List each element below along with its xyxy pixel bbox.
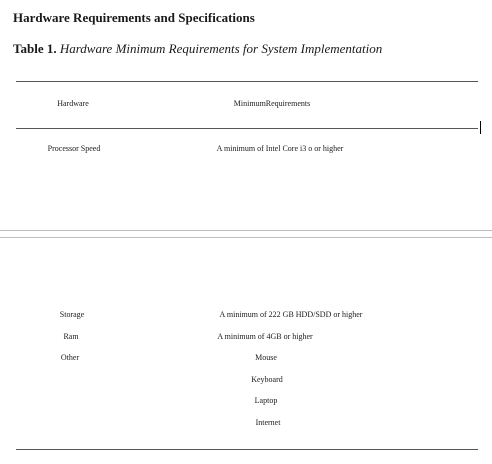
row-requirement-laptop: Laptop	[254, 396, 278, 405]
header-bottom-rule	[16, 128, 478, 129]
row-requirement-processor: A minimum of Intel Core i3 o or higher	[216, 144, 344, 153]
text-cursor	[480, 121, 481, 134]
table-top-rule	[16, 81, 478, 82]
header-hardware: Hardware	[57, 99, 89, 108]
page-break-rule-top	[0, 230, 492, 231]
row-requirement-mouse: Mouse	[255, 353, 277, 362]
table-caption-title: Hardware Minimum Requirements for System…	[59, 41, 383, 56]
table-caption: Table 1. Hardware Minimum Requirements f…	[13, 41, 382, 57]
header-minimum-requirements: MinimumRequirements	[233, 99, 311, 108]
row-requirement-keyboard: Keyboard	[251, 375, 283, 384]
section-heading: Hardware Requirements and Specifications	[13, 10, 255, 25]
row-hardware-other: Other	[60, 353, 80, 362]
table-bottom-rule	[16, 449, 478, 450]
table-caption-number: Table 1.	[13, 41, 57, 56]
row-hardware-processor: Processor Speed	[47, 144, 101, 153]
row-requirement-ram: A minimum of 4GB or higher	[217, 332, 313, 341]
row-requirement-internet: Internet	[255, 418, 281, 427]
row-hardware-ram: Ram	[63, 332, 79, 341]
row-requirement-storage: A minimum of 222 GB HDD/SDD or higher	[219, 310, 363, 319]
page-break-rule-bottom	[0, 237, 492, 238]
row-hardware-storage: Storage	[59, 310, 85, 319]
